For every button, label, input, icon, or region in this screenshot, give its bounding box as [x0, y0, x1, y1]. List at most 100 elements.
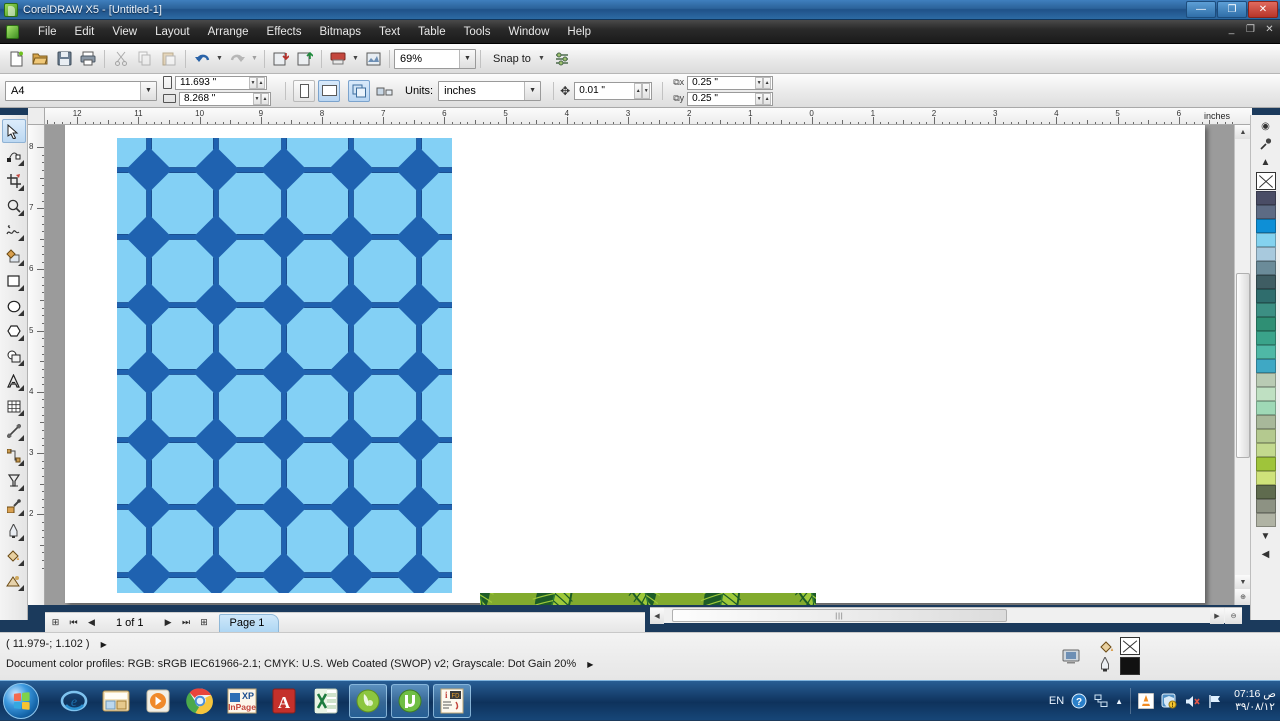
crop-tool[interactable]	[2, 169, 26, 193]
snap-to-menu[interactable]: Snap to ▼	[493, 53, 547, 65]
color-swatch[interactable]	[1255, 317, 1276, 331]
duplicate-x-field[interactable]: 0.25 " ▼ ▲	[687, 75, 774, 90]
next-page-icon[interactable]: ▶	[161, 615, 176, 631]
scroll-down-icon[interactable]: ▼	[1235, 575, 1251, 589]
connector-tool[interactable]	[2, 444, 26, 468]
shape-tool[interactable]	[2, 144, 26, 168]
fill-tool[interactable]	[2, 544, 26, 568]
menu-window[interactable]: Window	[499, 23, 558, 41]
document-page[interactable]	[65, 125, 1205, 605]
horizontal-scrollbar[interactable]: ◀ ||| ▶ ⊖	[650, 607, 1242, 624]
copy-icon[interactable]	[133, 47, 157, 71]
page-height-field[interactable]: 8.268 " ▼ ▲	[179, 91, 271, 106]
ruler-origin-corner[interactable]	[28, 108, 45, 125]
print-icon[interactable]	[76, 47, 100, 71]
mdi-minimize-button[interactable]: _	[1225, 24, 1238, 35]
undo-icon[interactable]	[190, 47, 214, 71]
menu-view[interactable]: View	[103, 23, 146, 41]
portrait-orientation-button[interactable]	[293, 79, 315, 102]
coordinates-expand-icon[interactable]: ▶	[101, 640, 107, 649]
nudge-offset-field[interactable]: 0.01 " ▲ ▼	[574, 81, 653, 100]
page-size-combo[interactable]: A4 ▼	[5, 80, 157, 101]
color-swatch[interactable]	[1255, 499, 1276, 513]
color-profiles-expand-icon[interactable]: ▶	[587, 660, 593, 669]
cut-icon[interactable]	[109, 47, 133, 71]
scroll-left-icon[interactable]: ◀	[650, 608, 664, 624]
previous-page-icon[interactable]: ◀	[84, 615, 99, 631]
menu-arrange[interactable]: Arrange	[199, 23, 258, 41]
import-icon[interactable]	[269, 47, 293, 71]
vertical-scroll-thumb[interactable]	[1236, 273, 1250, 458]
palette-scroll-up-icon[interactable]: ▲	[1253, 153, 1279, 171]
landscape-orientation-button[interactable]	[318, 79, 340, 102]
outline-tool[interactable]	[2, 519, 26, 543]
nudge-spinner[interactable]: ▲ ▼	[634, 82, 651, 99]
color-swatch[interactable]	[1255, 289, 1276, 303]
drawing-canvas[interactable]	[45, 125, 1252, 605]
color-swatch[interactable]	[1255, 485, 1276, 499]
publish-to-pdf-icon[interactable]	[326, 47, 350, 71]
new-document-icon[interactable]	[4, 47, 28, 71]
zoom-level-combo[interactable]: 69% ▼	[394, 48, 476, 69]
scroll-right-icon[interactable]: ▶	[1210, 608, 1224, 624]
chevron-down-icon[interactable]: ▼	[459, 49, 475, 68]
color-swatch[interactable]	[1255, 303, 1276, 317]
blend-tool[interactable]	[2, 469, 26, 493]
show-hidden-icons[interactable]: ▲	[1115, 697, 1123, 706]
units-combo[interactable]: inches ▼	[438, 80, 542, 101]
pdf-dropdown-icon[interactable]: ▼	[350, 55, 361, 62]
current-page-button[interactable]	[373, 80, 395, 102]
color-swatch[interactable]	[1255, 261, 1276, 275]
taskbar-adobe-reader[interactable]: A	[265, 684, 303, 718]
color-swatch[interactable]	[1255, 233, 1276, 247]
menu-tools[interactable]: Tools	[455, 23, 500, 41]
color-swatch[interactable]	[1255, 457, 1276, 471]
color-swatch[interactable]	[1255, 401, 1276, 415]
horizontal-ruler[interactable]: inches 131211109876543210123456	[28, 108, 1252, 125]
palette-no-color-swatch[interactable]	[1255, 172, 1276, 190]
menu-help[interactable]: Help	[558, 23, 600, 41]
chevron-down-icon[interactable]: ▼	[524, 81, 541, 100]
fill-color-swatch-none[interactable]	[1120, 637, 1140, 655]
palette-expand-icon[interactable]: ◀	[1253, 545, 1279, 563]
menu-bitmaps[interactable]: Bitmaps	[310, 23, 370, 41]
maximize-button[interactable]: ❐	[1217, 1, 1247, 18]
color-swatch[interactable]	[1255, 359, 1276, 373]
mdi-restore-button[interactable]: ❐	[1244, 24, 1257, 35]
volume-muted-icon[interactable]	[1184, 694, 1201, 709]
color-swatch[interactable]	[1255, 275, 1276, 289]
color-swatch[interactable]	[1255, 373, 1276, 387]
color-swatch[interactable]	[1255, 331, 1276, 345]
duplicate-y-spinner[interactable]: ▼ ▲	[755, 92, 772, 105]
chevron-down-icon[interactable]: ▼	[140, 81, 156, 100]
undo-dropdown-icon[interactable]: ▼	[214, 55, 225, 62]
color-swatch[interactable]	[1255, 443, 1276, 457]
smart-fill-tool[interactable]	[2, 244, 26, 268]
taskbar-coreldraw-app[interactable]	[349, 683, 387, 718]
network-icon[interactable]	[1094, 694, 1108, 708]
color-swatch[interactable]	[1255, 387, 1276, 401]
taskbar-utorrent[interactable]	[391, 683, 429, 718]
palette-eyedropper-icon[interactable]	[1253, 135, 1279, 153]
options-icon[interactable]	[551, 47, 575, 71]
color-swatch[interactable]	[1255, 219, 1276, 233]
leaf-pattern-swatch[interactable]	[480, 593, 816, 605]
interactive-fill-tool[interactable]	[2, 569, 26, 593]
zoom-region-icon[interactable]: ⊖	[1225, 608, 1242, 624]
start-button[interactable]	[3, 682, 39, 719]
open-icon[interactable]	[28, 47, 52, 71]
zoom-fit-icon[interactable]: ⊕	[1235, 589, 1251, 605]
export-icon[interactable]	[293, 47, 317, 71]
color-swatch[interactable]	[1255, 205, 1276, 219]
language-indicator[interactable]: EN	[1049, 695, 1064, 707]
polygon-tool[interactable]	[2, 319, 26, 343]
application-launcher-icon[interactable]	[361, 47, 385, 71]
fill-icon[interactable]	[1099, 640, 1115, 655]
color-swatch[interactable]	[1255, 345, 1276, 359]
all-pages-button[interactable]	[348, 79, 370, 102]
text-tool[interactable]	[2, 369, 26, 393]
taskbar-google-chrome[interactable]	[181, 684, 219, 718]
taskbar-windows-explorer[interactable]	[97, 684, 135, 718]
horizontal-scroll-thumb[interactable]: |||	[672, 609, 1007, 622]
color-eyedropper-tool[interactable]	[2, 494, 26, 518]
